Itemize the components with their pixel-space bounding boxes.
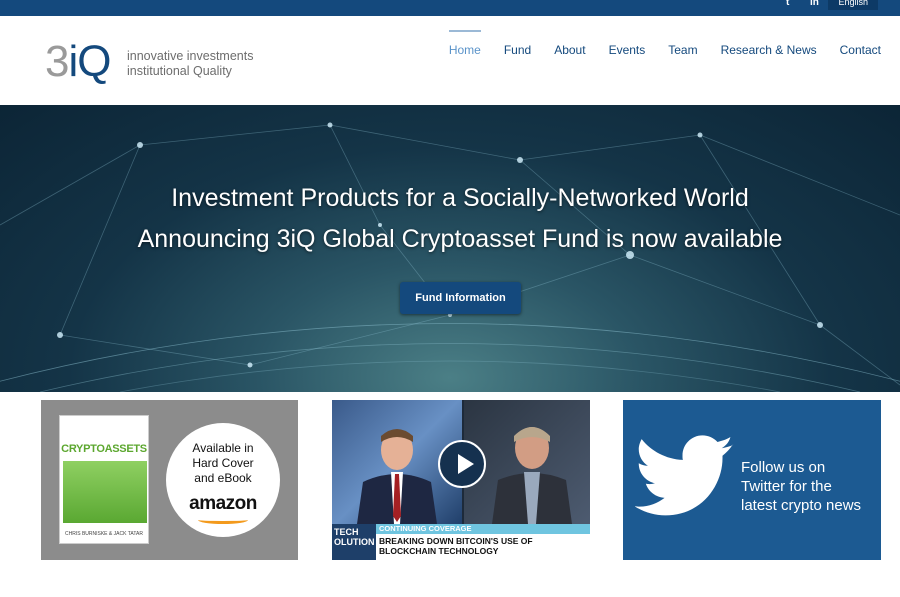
nav-contact[interactable]: Contact xyxy=(840,43,881,57)
book-promo-card[interactable]: CRYPTOASSETS CHRIS BURNISKE & JACK TATAR… xyxy=(41,400,298,560)
hero-headline: Investment Products for a Socially-Netwo… xyxy=(171,184,749,212)
ticker-headline-line-2: BLOCKCHAIN TECHNOLOGY xyxy=(379,546,499,556)
linkedin-icon[interactable]: in xyxy=(810,0,819,8)
hero-banner: Investment Products for a Socially-Netwo… xyxy=(0,105,900,392)
top-utility-bar: t in English xyxy=(0,0,900,16)
site-logo[interactable]: 3iQ innovative investments institutional… xyxy=(45,40,275,86)
nav-about[interactable]: About xyxy=(554,43,585,57)
logo-tagline-2: institutional Quality xyxy=(127,64,232,78)
main-nav: Home Fund About Events Team Research & N… xyxy=(426,30,881,57)
language-selector[interactable]: English xyxy=(828,0,878,10)
twitter-promo-line-1: Follow us on xyxy=(741,459,826,476)
twitter-promo-card[interactable]: Follow us on Twitter for the latest cryp… xyxy=(623,400,881,560)
ticker-tag-line-1: TECH xyxy=(334,527,359,537)
logo-mark: 3iQ xyxy=(45,40,111,84)
availability-line-2: Hard Cover xyxy=(192,456,254,470)
news-ticker: TECH OLUTION CONTINUING COVERAGE BREAKIN… xyxy=(332,524,590,560)
nav-fund[interactable]: Fund xyxy=(504,43,531,57)
fund-information-button[interactable]: Fund Information xyxy=(400,282,521,314)
availability-line-1: Available in xyxy=(192,441,254,455)
ticker-tag-line-2: OLUTION xyxy=(334,537,375,547)
ticker-headline: BREAKING DOWN BITCOIN'S USE OF BLOCKCHAI… xyxy=(379,536,589,556)
nav-home[interactable]: Home xyxy=(448,30,481,57)
twitter-promo-line-2: Twitter for the xyxy=(741,478,832,495)
twitter-icon[interactable]: t xyxy=(786,0,789,8)
ticker-headline-line-1: BREAKING DOWN BITCOIN'S USE OF xyxy=(379,536,533,546)
amazon-smile-icon xyxy=(198,516,248,524)
book-title: CRYPTOASSETS xyxy=(61,443,147,455)
amazon-logo: amazon xyxy=(189,493,257,514)
book-authors: CHRIS BURNISKE & JACK TATAR xyxy=(65,531,143,537)
availability-badge: Available in Hard Cover and eBook amazon xyxy=(166,423,280,537)
twitter-bird-icon xyxy=(635,435,734,516)
nav-events[interactable]: Events xyxy=(609,43,646,57)
ticker-tag: TECH OLUTION xyxy=(332,524,376,560)
anchor-figure xyxy=(357,429,437,524)
logo-iq: iQ xyxy=(68,37,111,86)
site-header: 3iQ innovative investments institutional… xyxy=(0,16,900,105)
ticker-label: CONTINUING COVERAGE xyxy=(376,524,590,534)
book-cover: CRYPTOASSETS CHRIS BURNISKE & JACK TATAR xyxy=(59,415,149,544)
video-promo-card[interactable]: TECH OLUTION CONTINUING COVERAGE BREAKIN… xyxy=(332,400,590,560)
availability-line-3: and eBook xyxy=(194,471,252,485)
hero-subheadline: Announcing 3iQ Global Cryptoasset Fund i… xyxy=(137,225,783,253)
logo-three: 3 xyxy=(45,37,70,86)
play-icon[interactable] xyxy=(438,440,486,488)
twitter-promo-line-3: latest crypto news xyxy=(741,497,862,514)
nav-team[interactable]: Team xyxy=(668,43,697,57)
guest-figure xyxy=(492,427,572,524)
logo-tagline-1: innovative investments xyxy=(127,49,254,63)
nav-research-news[interactable]: Research & News xyxy=(721,43,817,57)
book-cover-art xyxy=(63,461,147,523)
